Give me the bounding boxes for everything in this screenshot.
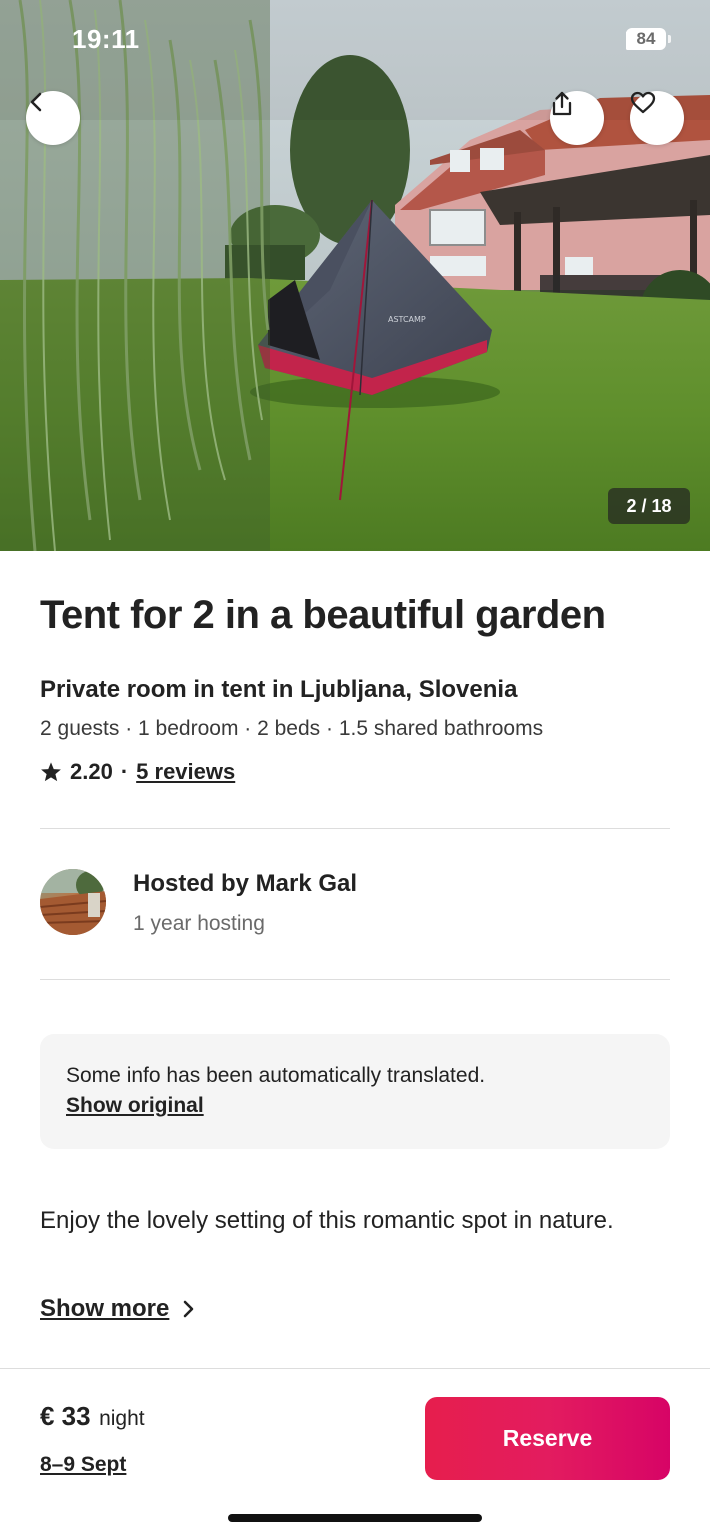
host-hosting-duration: 1 year hosting (133, 912, 265, 935)
divider (40, 828, 670, 829)
share-button[interactable] (550, 91, 604, 145)
rating-value: 2.20 (70, 759, 113, 784)
home-indicator[interactable] (228, 1514, 482, 1522)
status-bar: 19:11 84 (0, 0, 710, 80)
back-button[interactable] (26, 91, 80, 145)
listing-title: Tent for 2 in a beautiful garden (40, 593, 606, 637)
price: € 33 night (40, 1401, 145, 1432)
show-original-link[interactable]: Show original (66, 1094, 204, 1118)
listing-photo[interactable]: ASTCAMP 19:11 84 2 / 18 (0, 0, 710, 551)
listing-details: 2 guests · 1 bedroom · 2 beds · 1.5 shar… (40, 717, 544, 740)
listing-subtitle: Private room in tent in Ljubljana, Slove… (40, 676, 518, 703)
price-unit: night (99, 1407, 145, 1430)
share-icon (552, 91, 572, 116)
rating-separator: · (120, 759, 129, 784)
booking-footer: € 33 night 8–9 Sept Reserve (0, 1368, 710, 1536)
tent-brand-text: ASTCAMP (388, 315, 426, 324)
listing-description: Enjoy the lovely setting of this romanti… (40, 1207, 614, 1234)
price-amount: € 33 (40, 1401, 91, 1431)
host-name[interactable]: Hosted by Mark Gal (133, 870, 357, 898)
translation-notice-text: Some info has been automatically transla… (66, 1064, 486, 1087)
reserve-button[interactable]: Reserve (425, 1397, 670, 1480)
selected-dates[interactable]: 8–9 Sept (40, 1453, 126, 1477)
photo-counter: 2 / 18 (608, 488, 690, 524)
status-icons: 84 (626, 28, 671, 50)
favorite-button[interactable] (630, 91, 684, 145)
status-time: 19:11 (72, 24, 140, 54)
star-icon (41, 762, 61, 782)
rating-row: 2.20 · 5 reviews (40, 759, 235, 785)
show-more-button[interactable]: Show more (40, 1295, 195, 1323)
divider (40, 979, 670, 980)
reviews-link[interactable]: 5 reviews (136, 759, 235, 785)
battery-indicator: 84 (626, 28, 671, 50)
host-avatar-image (40, 869, 106, 935)
show-more-label: Show more (40, 1295, 170, 1322)
translation-notice: Some info has been automatically transla… (40, 1034, 670, 1149)
chevron-left-icon (30, 92, 42, 112)
photo-scene: ASTCAMP (0, 0, 710, 551)
chevron-right-icon (184, 1300, 194, 1318)
heart-icon (630, 91, 656, 114)
host-avatar[interactable] (40, 869, 106, 935)
